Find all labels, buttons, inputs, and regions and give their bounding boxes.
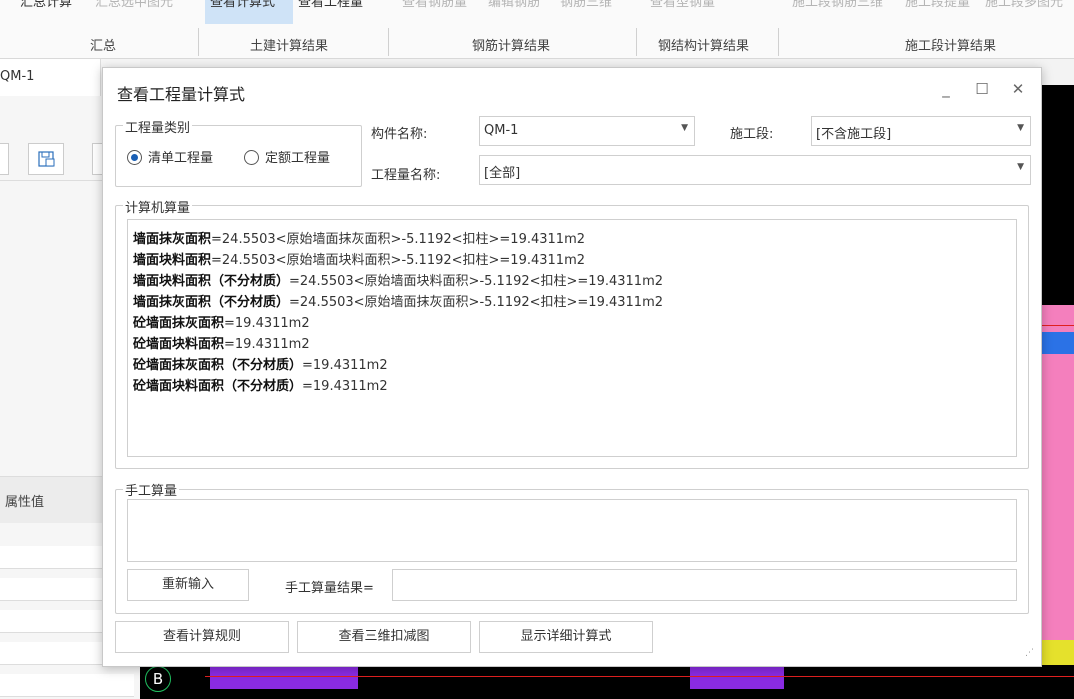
manual-result-label: 手工算量结果=: [285, 581, 374, 596]
component-tab[interactable]: QM-1: [0, 59, 101, 96]
chevron-down-icon: ▼: [1017, 123, 1024, 133]
stage-label: 施工段:: [730, 127, 774, 142]
formula-line: 墙面块料面积（不分材质）=24.5503<原始墙面块料面积>-5.1192<扣柱…: [133, 274, 664, 289]
ribbon-group-steel: 钢结构计算结果: [658, 39, 750, 54]
view-rules-button[interactable]: 查看计算规则: [115, 621, 289, 653]
formula-line: 墙面块料面积=24.5503<原始墙面块料面积>-5.1192<扣柱>=19.4…: [133, 253, 586, 268]
ribbon-item-stage-quantity[interactable]: 施工段提量: [905, 0, 970, 10]
view-formula-dialog: 查看工程量计算式 _ ☐ ✕ 工程量类别 清单工程量 定额工程量 构件名称: Q…: [102, 67, 1042, 667]
view-3d-deduction-button[interactable]: 查看三维扣减图: [297, 621, 471, 653]
cad-red-line: [205, 676, 1074, 677]
formula-line: 砼墙面抹灰面积=19.4311m2: [133, 316, 310, 331]
cad-purple-block: [210, 665, 358, 689]
component-name-select[interactable]: QM-1 ▼: [479, 116, 695, 146]
formula-line: 墙面抹灰面积（不分材质）=24.5503<原始墙面抹灰面积>-5.1192<扣柱…: [133, 295, 664, 310]
quantity-name-value: [全部]: [484, 166, 521, 181]
ribbon-item-edit-rebar[interactable]: 编辑钢筋: [488, 0, 540, 10]
component-tab-label: QM-1: [0, 69, 35, 84]
ribbon-group-rebar: 钢筋计算结果: [472, 39, 551, 54]
formula-line: 砼墙面抹灰面积（不分材质）=19.4311m2: [133, 358, 388, 373]
formula-line: 墙面抹灰面积=24.5503<原始墙面抹灰面积>-5.1192<扣柱>=19.4…: [133, 232, 586, 247]
resize-grip-icon[interactable]: ⋰: [1025, 648, 1034, 658]
save-icon[interactable]: [28, 143, 64, 175]
ribbon-separator: [198, 28, 199, 56]
quantity-category-legend: 工程量类别: [123, 117, 193, 136]
ribbon-item-view-quantity[interactable]: 查看工程量: [298, 0, 363, 10]
ribbon-separator: [778, 28, 779, 56]
computer-calc-textarea[interactable]: 墙面抹灰面积=24.5503<原始墙面抹灰面积>-5.1192<扣柱>=19.4…: [127, 219, 1017, 457]
cad-canvas-bottom[interactable]: B: [140, 662, 1074, 699]
dialog-title: 查看工程量计算式: [117, 85, 246, 104]
cad-blue-fill: [1040, 332, 1074, 354]
ribbon-item-rebar-3d[interactable]: 钢筋三维: [560, 0, 612, 10]
quantity-name-label: 工程量名称:: [371, 168, 441, 183]
axis-marker: B: [145, 666, 171, 692]
divider: [0, 180, 102, 181]
manual-result-input[interactable]: [392, 569, 1017, 601]
cad-purple-block: [690, 665, 784, 689]
computer-calc-legend: 计算机算量: [123, 197, 193, 216]
ribbon-item-stage-rebar-3d[interactable]: 施工段钢筋三维: [792, 0, 883, 10]
cad-wall-fill: [1040, 305, 1074, 645]
cad-yellow-fill: [1040, 640, 1074, 662]
formula-line: 砼墙面块料面积（不分材质）=19.4311m2: [133, 379, 388, 394]
radio-bill-quantity[interactable]: [127, 150, 142, 165]
component-name-value: QM-1: [484, 123, 519, 138]
ribbon-item-summary-calc[interactable]: 汇总计算: [20, 0, 72, 10]
quantity-name-select[interactable]: [全部] ▼: [479, 155, 1031, 185]
chevron-down-icon: ▼: [1017, 162, 1024, 172]
property-row[interactable]: [0, 674, 134, 697]
formula-line: 砼墙面块料面积=19.4311m2: [133, 337, 310, 352]
show-detail-formula-button[interactable]: 显示详细计算式: [479, 621, 653, 653]
maximize-icon[interactable]: ☐: [971, 78, 993, 100]
toolbar-icon-partial[interactable]: [0, 143, 9, 175]
ribbon-item-view-rebar[interactable]: 查看钢筋量: [402, 0, 467, 10]
ribbon-group-stage: 施工段计算结果: [905, 39, 997, 54]
ribbon-item-summary-selected[interactable]: 汇总选中图元: [95, 0, 173, 10]
ribbon-item-view-formula[interactable]: 查看计算式: [210, 0, 275, 10]
manual-calc-textarea[interactable]: [127, 499, 1017, 562]
radio-quota-quantity[interactable]: [244, 150, 259, 165]
ribbon-item-stage-multi[interactable]: 施工段多图元: [985, 0, 1063, 10]
ribbon-group-civil: 土建计算结果: [250, 39, 329, 54]
cad-red-line: [1040, 325, 1074, 326]
ribbon-item-view-steel[interactable]: 查看型钢量: [650, 0, 715, 10]
ribbon-separator: [636, 28, 637, 56]
close-icon[interactable]: ✕: [1007, 78, 1029, 100]
minimize-icon[interactable]: _: [935, 78, 957, 100]
stage-value: [不含施工段]: [816, 127, 892, 142]
reinput-button[interactable]: 重新输入: [127, 569, 249, 601]
stage-select[interactable]: [不含施工段] ▼: [811, 116, 1031, 146]
property-value-header: 属性值: [5, 495, 45, 510]
radio-quota-quantity-label[interactable]: 定额工程量: [265, 147, 330, 166]
ribbon-group-summary: 汇总: [90, 39, 117, 54]
ribbon-separator: [388, 28, 389, 56]
manual-calc-legend: 手工算量: [123, 480, 180, 499]
radio-bill-quantity-label[interactable]: 清单工程量: [148, 147, 213, 166]
chevron-down-icon: ▼: [681, 123, 688, 133]
component-name-label: 构件名称:: [371, 127, 428, 142]
